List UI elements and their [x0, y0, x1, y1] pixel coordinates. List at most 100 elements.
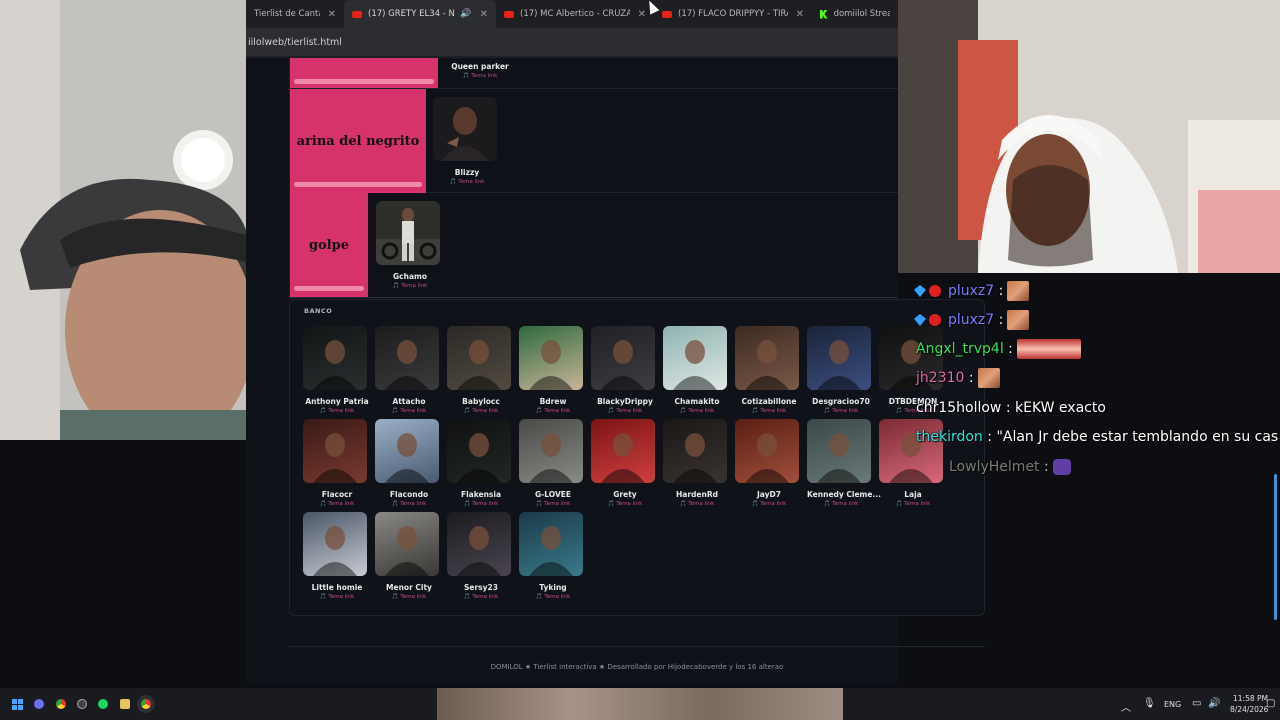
discord-icon[interactable] [34, 699, 44, 709]
artist-link[interactable]: 🎵 Tema link [447, 408, 515, 414]
artist-link[interactable]: 🎵 Tema link [433, 179, 501, 185]
banco-artist-card[interactable]: Attacho 🎵 Tema link [375, 326, 443, 414]
artist-photo [735, 326, 799, 390]
banco-artist-card[interactable]: JayD7 🎵 Tema link [735, 419, 803, 507]
spotify-icon[interactable] [98, 699, 108, 709]
speaker-icon[interactable]: 🔊 [460, 9, 471, 19]
banco-artist-card[interactable]: HardenRd 🎵 Tema link [663, 419, 731, 507]
tier-label[interactable]: golpe [290, 193, 368, 297]
artist-card[interactable]: Queen parker 🎵 Tema link [440, 58, 520, 79]
tab-flaco[interactable]: (17) FLACO DRIPPYY - TIRALE (... ✕ [654, 0, 812, 28]
address-bar[interactable]: iilolweb/tierlist.html [246, 28, 898, 56]
network-icon[interactable]: ▭ [1192, 698, 1201, 709]
chat-username[interactable]: jh2310 [916, 370, 964, 386]
banco-artist-card[interactable]: Sersy23 🎵 Tema link [447, 512, 515, 600]
close-icon[interactable]: ✕ [796, 9, 804, 20]
chevron-up-icon[interactable]: ︿ [1121, 699, 1131, 714]
chat-username[interactable]: pluxz7 [948, 283, 994, 299]
artist-photo [375, 512, 439, 576]
scrollbar[interactable] [1274, 474, 1277, 620]
tier-row: Queen parker 🎵 Tema link [290, 58, 899, 89]
tab-grety[interactable]: (17) GRETY EL34 - NI MOZ... 🔊 ✕ [344, 0, 496, 28]
chrome-active-icon[interactable] [141, 699, 151, 709]
artist-name: Cotizabillone [741, 397, 797, 406]
artist-link[interactable]: 🎵 Tema link [807, 408, 875, 414]
artist-link[interactable]: 🎵 Tema link [807, 501, 875, 507]
microphone-icon[interactable]: 🎙 [1143, 698, 1156, 709]
chat-username[interactable]: Angxl_trvp4l [916, 341, 1004, 357]
tab-domiilol[interactable]: domiilol Stream [812, 0, 898, 28]
banco-artist-card[interactable]: Kennedy Cleme... 🎵 Tema link [807, 419, 882, 507]
windows-start-icon[interactable] [12, 699, 23, 710]
banco-artist-card[interactable]: Menor City 🎵 Tema link [375, 512, 443, 600]
chat-message: Angxl_trvp4l : [916, 338, 1081, 360]
artist-card[interactable]: Gchamo 🎵 Tema link [376, 201, 444, 289]
artist-link[interactable]: 🎵 Tema link [591, 501, 659, 507]
chat-text: "Alan Jr debe estar temblando en su cas [996, 429, 1279, 445]
artist-link[interactable]: 🎵 Tema link [663, 501, 731, 507]
folder-icon[interactable] [120, 699, 130, 709]
banco-artist-card[interactable]: Flakensia 🎵 Tema link [447, 419, 515, 507]
chat-username[interactable]: thekirdon [916, 429, 983, 445]
banco-artist-card[interactable]: Grety 🎵 Tema link [591, 419, 659, 507]
chat-username[interactable]: LowlyHelmet [949, 459, 1040, 475]
artist-link[interactable]: 🎵 Tema link [376, 283, 444, 289]
close-icon[interactable]: ✕ [480, 9, 488, 20]
footer-text: DOMILOL ★ Tierlist interactiva ★ Desarro… [490, 663, 784, 671]
tier-label[interactable]: arina del negrito [290, 89, 426, 193]
chat-username[interactable]: pluxz7 [948, 312, 994, 328]
artist-link[interactable]: 🎵 Tema link [735, 408, 803, 414]
artist-link[interactable]: 🎵 Tema link [447, 501, 515, 507]
close-icon[interactable]: ✕ [328, 9, 336, 20]
banco-artist-card[interactable]: Babylocc 🎵 Tema link [447, 326, 515, 414]
artist-link[interactable]: 🎵 Tema link [519, 594, 587, 600]
artist-link[interactable]: 🎵 Tema link [447, 594, 515, 600]
chat-colon: : [982, 429, 997, 445]
chat-message: jh2310 : [916, 367, 1000, 389]
banco-artist-card[interactable]: Desgracioo70 🎵 Tema link [807, 326, 875, 414]
banco-artist-card[interactable]: Flacondo 🎵 Tema link [375, 419, 443, 507]
artist-name: Babylocc [462, 397, 500, 406]
artist-photo [376, 201, 440, 265]
artist-card[interactable]: Blizzy 🎵 Tema link [433, 97, 501, 185]
chrome-icon[interactable] [56, 699, 66, 709]
artist-link[interactable]: 🎵 Tema link [735, 501, 803, 507]
artist-name: Kennedy Cleme... [807, 490, 882, 499]
artist-link[interactable]: 🎵 Tema link [303, 594, 371, 600]
close-icon[interactable]: ✕ [638, 9, 646, 20]
artist-link[interactable]: 🎵 Tema link [375, 501, 443, 507]
banco-artist-card[interactable]: BlackyDrippy 🎵 Tema link [591, 326, 659, 414]
footer-divider [289, 646, 985, 647]
artist-link[interactable]: 🎵 Tema link [440, 73, 520, 79]
artist-link[interactable]: 🎵 Tema link [879, 501, 947, 507]
obs-icon[interactable] [77, 699, 87, 709]
tab-label: Tierlist de Cantant... [254, 9, 320, 19]
tier-label[interactable] [290, 58, 438, 88]
artist-link[interactable]: 🎵 Tema link [375, 594, 443, 600]
clock-time[interactable]: 11:58 PM [1233, 694, 1268, 703]
volume-icon[interactable]: 🔊 [1208, 698, 1220, 709]
artist-link[interactable]: 🎵 Tema link [303, 408, 371, 414]
notification-icon[interactable]: ▢ [1266, 698, 1275, 709]
artist-link[interactable]: 🎵 Tema link [591, 408, 659, 414]
tab-tierlist[interactable]: Tierlist de Cantant... ✕ [246, 0, 344, 28]
chat-message: pluxz7 : [914, 309, 1030, 331]
banco-artist-card[interactable]: Cotizabillone 🎵 Tema link [735, 326, 803, 414]
video-preview-thumbnail [437, 688, 843, 720]
chat-username[interactable]: chr15hollow [916, 400, 1001, 416]
artist-link[interactable]: 🎵 Tema link [303, 501, 371, 507]
banco-artist-card[interactable]: G-LOVEE 🎵 Tema link [519, 419, 587, 507]
banco-artist-card[interactable]: Anthony Patria 🎵 Tema link [303, 326, 371, 414]
clock-date[interactable]: 8/24/2026 [1230, 705, 1268, 714]
banco-artist-card[interactable]: Bdrew 🎵 Tema link [519, 326, 587, 414]
tab-albertico[interactable]: (17) MC Albertico - CRUZA LA ... ✕ [496, 0, 654, 28]
banco-artist-card[interactable]: Flacocr 🎵 Tema link [303, 419, 371, 507]
banco-artist-card[interactable]: Chamakito 🎵 Tema link [663, 326, 731, 414]
artist-link[interactable]: 🎵 Tema link [663, 408, 731, 414]
banco-artist-card[interactable]: Tyking 🎵 Tema link [519, 512, 587, 600]
language-indicator[interactable]: ENG [1164, 700, 1181, 709]
banco-artist-card[interactable]: Little homie 🎵 Tema link [303, 512, 371, 600]
artist-link[interactable]: 🎵 Tema link [519, 408, 587, 414]
artist-link[interactable]: 🎵 Tema link [519, 501, 587, 507]
artist-link[interactable]: 🎵 Tema link [375, 408, 443, 414]
